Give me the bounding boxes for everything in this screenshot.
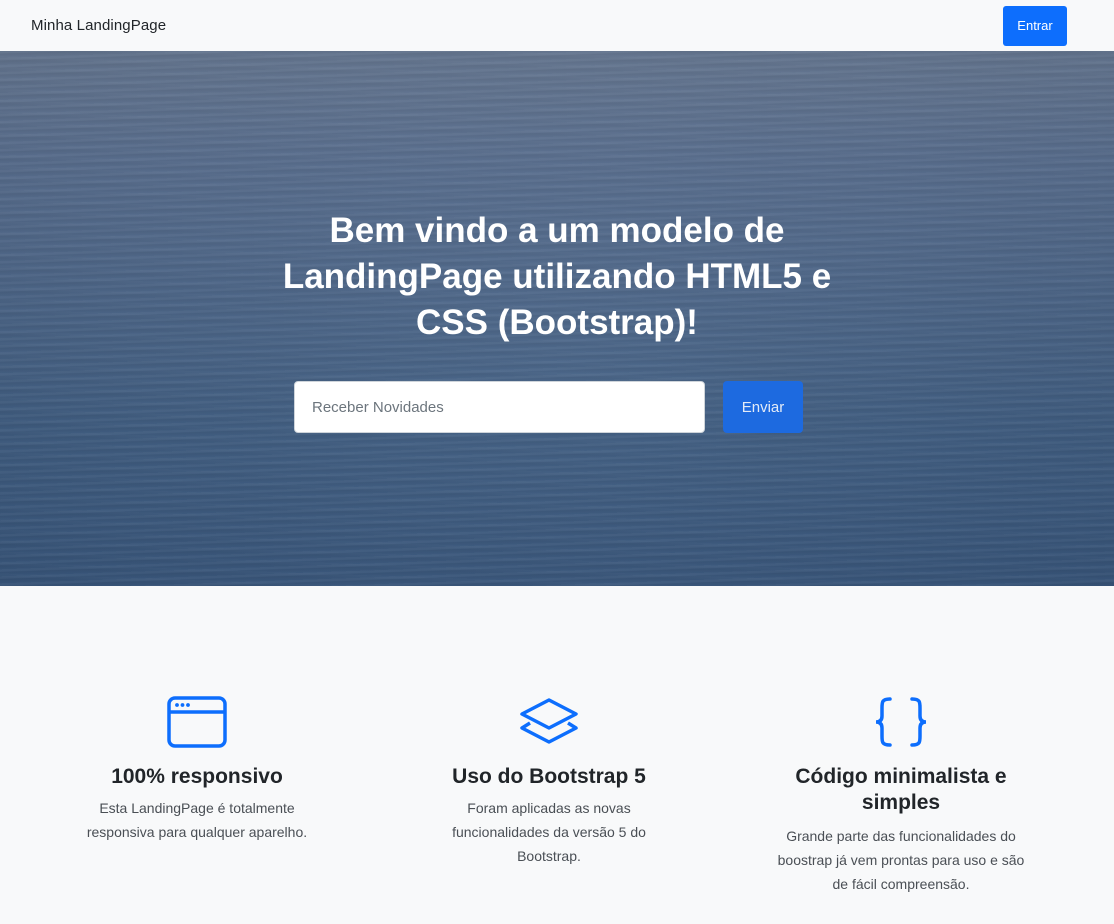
navbar: Minha LandingPage Entrar xyxy=(0,0,1114,51)
login-button[interactable]: Entrar xyxy=(1003,5,1067,46)
newsletter-form: Enviar xyxy=(294,381,803,433)
features-section: 100% responsivo Esta LandingPage é total… xyxy=(0,586,1114,924)
newsletter-submit-button[interactable]: Enviar xyxy=(723,381,803,433)
feature-description: Grande parte das funcionalidades do boos… xyxy=(777,828,1025,892)
window-icon xyxy=(166,694,228,750)
braces-icon xyxy=(870,694,932,750)
feature-title: Código minimalista e simples xyxy=(795,765,1007,814)
feature-minimal-code: Código minimalista e simples Grande part… xyxy=(751,694,1051,896)
layers-icon xyxy=(518,694,580,750)
hero-title: Bem vindo a um modelo de LandingPage uti… xyxy=(282,211,832,342)
feature-bootstrap: Uso do Bootstrap 5 Foram aplicadas as no… xyxy=(399,694,699,868)
hero-section: Bem vindo a um modelo de LandingPage uti… xyxy=(0,51,1114,586)
feature-description: Esta LandingPage é totalmente responsiva… xyxy=(86,800,308,840)
feature-responsive: 100% responsivo Esta LandingPage é total… xyxy=(47,694,347,844)
newsletter-email-input[interactable] xyxy=(294,381,705,433)
feature-title: 100% responsivo xyxy=(111,765,283,788)
feature-title: Uso do Bootstrap 5 xyxy=(452,765,646,788)
feature-description: Foram aplicadas as novas funcionalidades… xyxy=(452,800,646,864)
brand-link[interactable]: Minha LandingPage xyxy=(31,17,166,34)
